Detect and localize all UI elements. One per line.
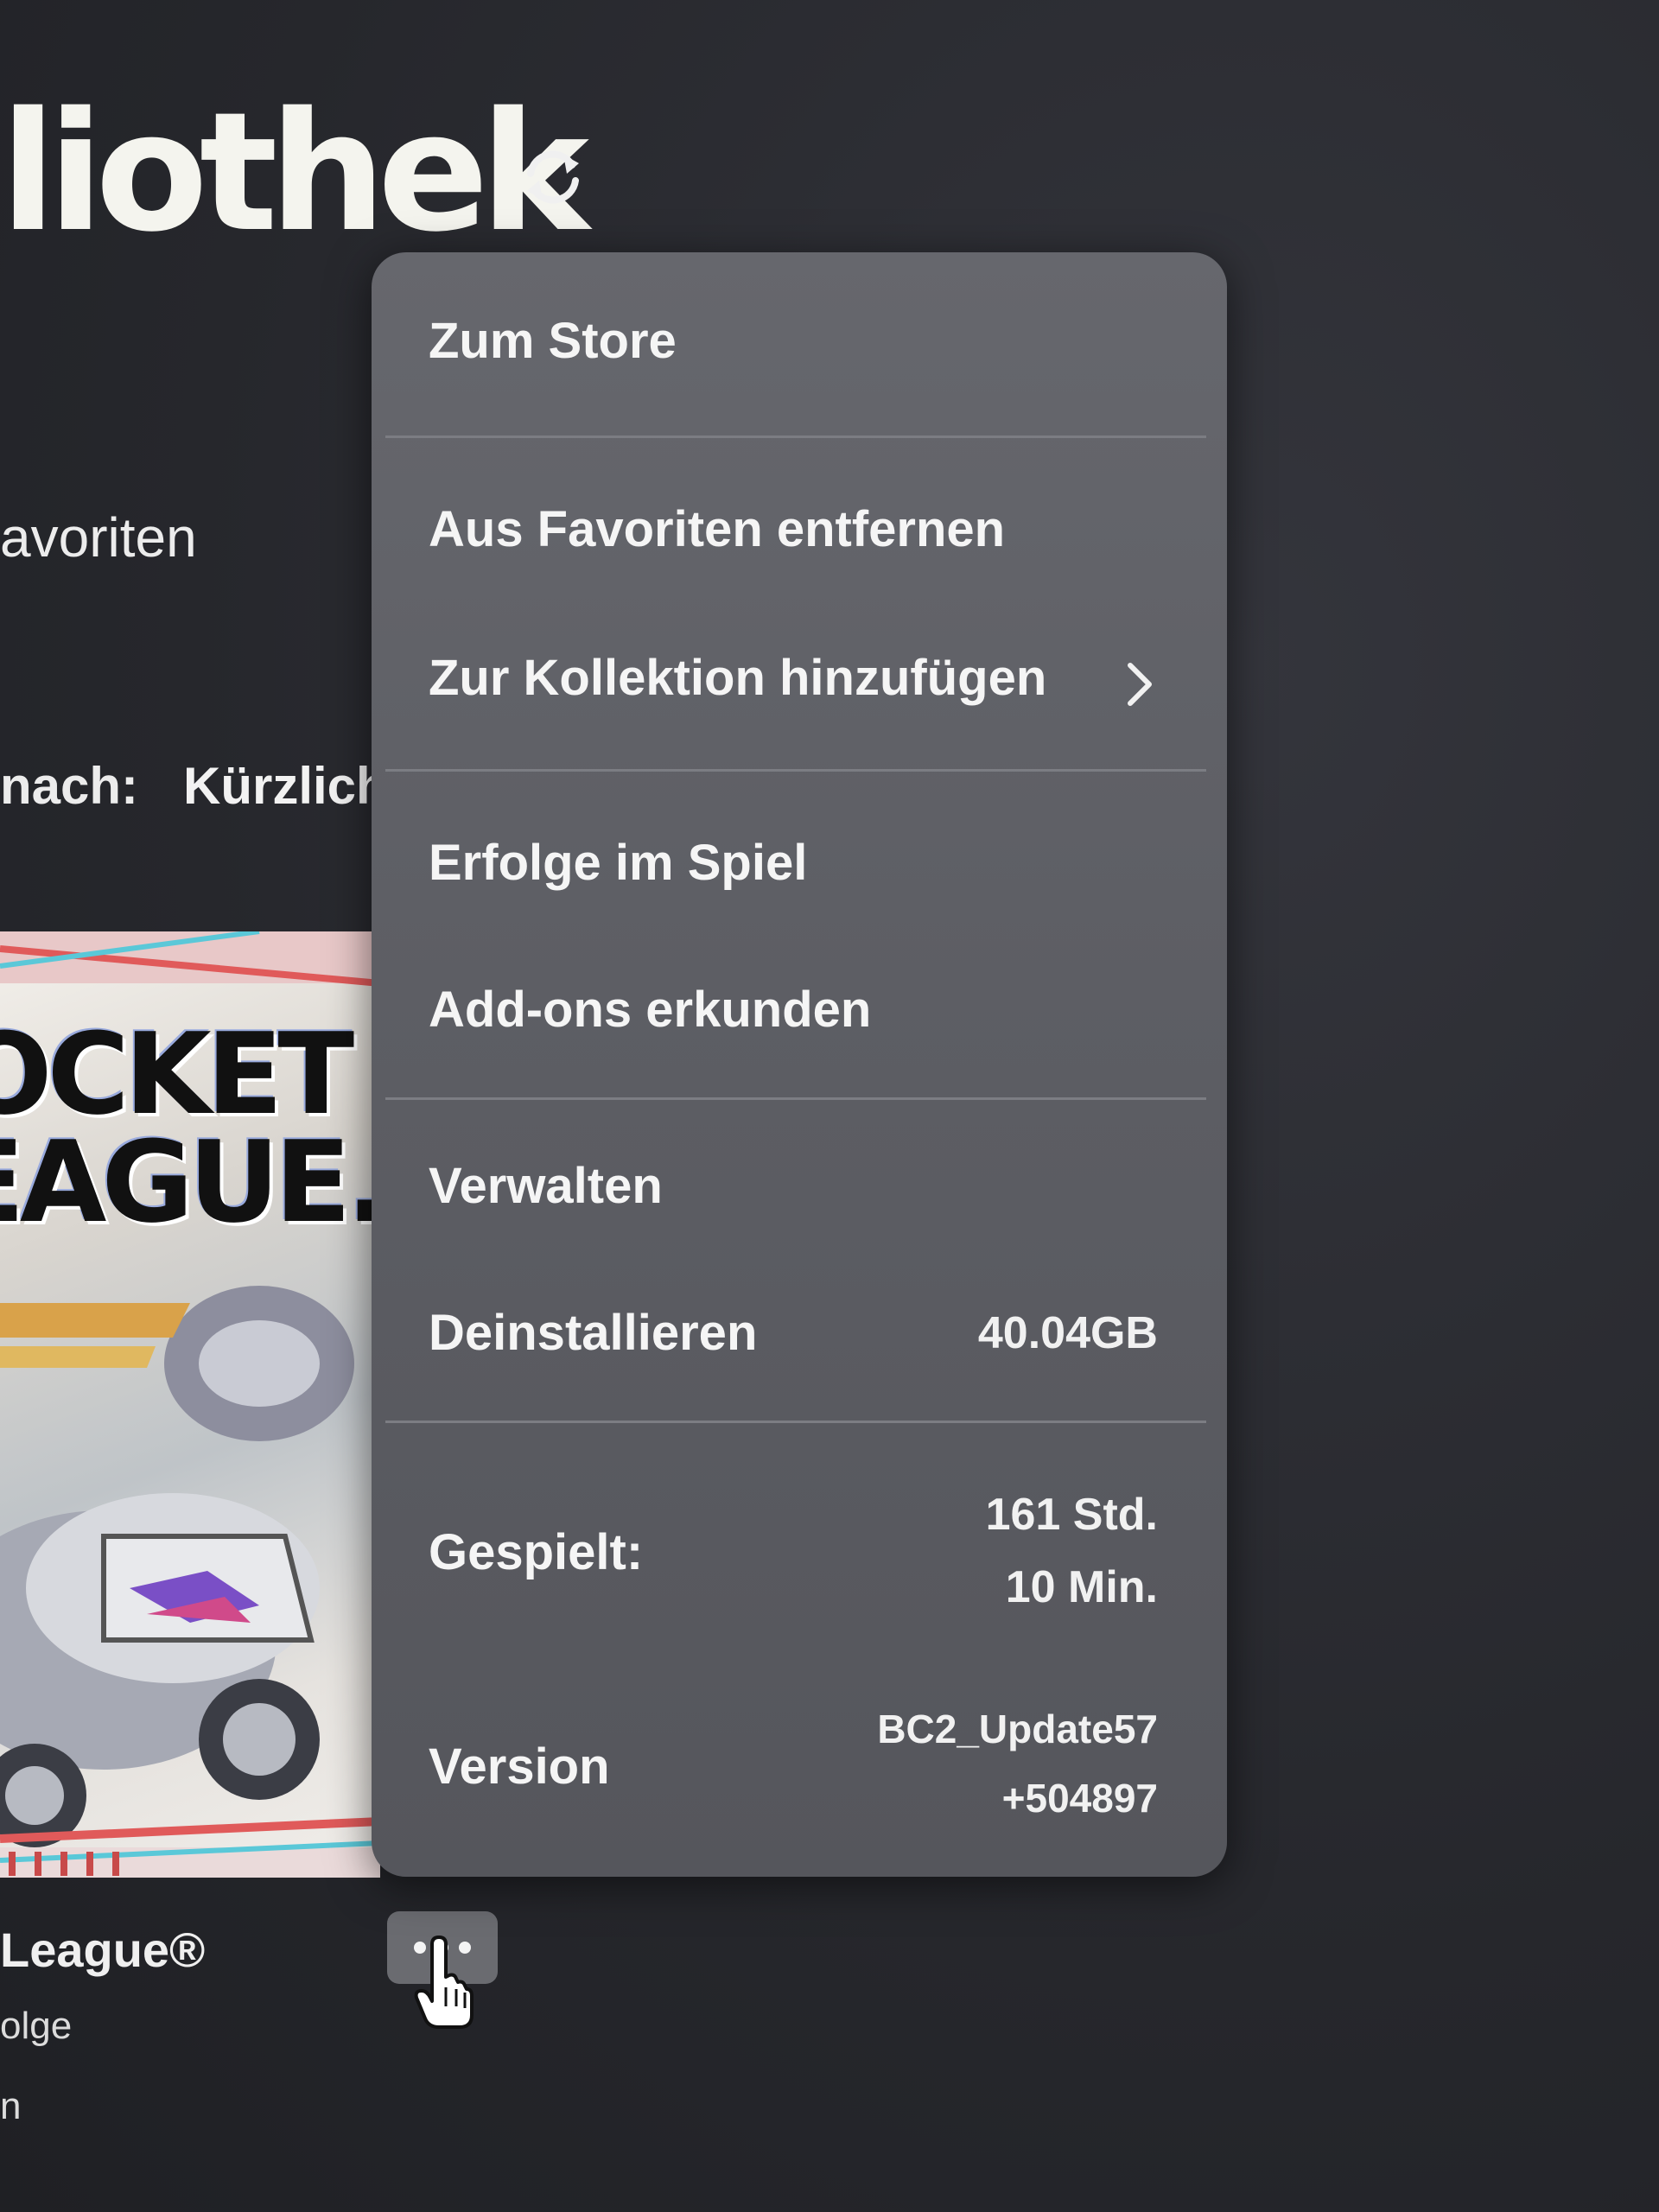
menu-item-manage[interactable]: Verwalten — [429, 1156, 663, 1217]
version-build: +504897 — [1001, 1776, 1158, 1821]
menu-item-achievements[interactable]: Erfolge im Spiel — [429, 833, 807, 893]
filter-favorites[interactable]: avoriten — [0, 503, 197, 572]
game-logo-line-1: OCKET — [0, 1008, 354, 1140]
game-status-label: n — [0, 2085, 22, 2127]
played-minutes: 10 Min. — [1005, 1562, 1158, 1612]
version-label: Version — [429, 1738, 610, 1795]
install-size: 40.04GB — [977, 1308, 1158, 1358]
menu-divider — [385, 1421, 1206, 1423]
context-menu: Zum Store Aus Favoriten entfernen Zur Ko… — [372, 252, 1227, 1877]
played-hours: 161 Std. — [985, 1490, 1158, 1540]
refresh-icon[interactable] — [518, 143, 588, 212]
played-label: Gespielt: — [429, 1524, 644, 1580]
menu-item-addons[interactable]: Add-ons erkunden — [429, 980, 871, 1040]
game-title: League® — [0, 1923, 206, 1977]
menu-item-store[interactable]: Zum Store — [429, 311, 677, 372]
game-tile[interactable]: OCKET EAGUE. — [0, 931, 380, 1878]
game-achievements-label: olge — [0, 2005, 73, 2047]
page-title: liothek — [0, 77, 589, 268]
menu-item-uninstall[interactable]: Deinstallieren — [429, 1303, 757, 1363]
game-logo-line-2: EAGUE. — [0, 1116, 380, 1248]
menu-divider — [385, 435, 1206, 438]
menu-divider — [385, 769, 1206, 772]
sort-label: nach: — [0, 757, 139, 815]
chevron-right-icon — [1128, 663, 1152, 706]
menu-item-remove-favorite[interactable]: Aus Favoriten entfernen — [429, 499, 1005, 560]
menu-item-add-collection[interactable]: Zur Kollektion hinzufügen — [429, 648, 1046, 709]
menu-divider — [385, 1097, 1206, 1100]
sort-dropdown[interactable]: Kürzlich — [183, 752, 373, 821]
version-number: BC2_Update57 — [877, 1707, 1158, 1751]
hand-pointer-icon — [414, 1936, 474, 2029]
